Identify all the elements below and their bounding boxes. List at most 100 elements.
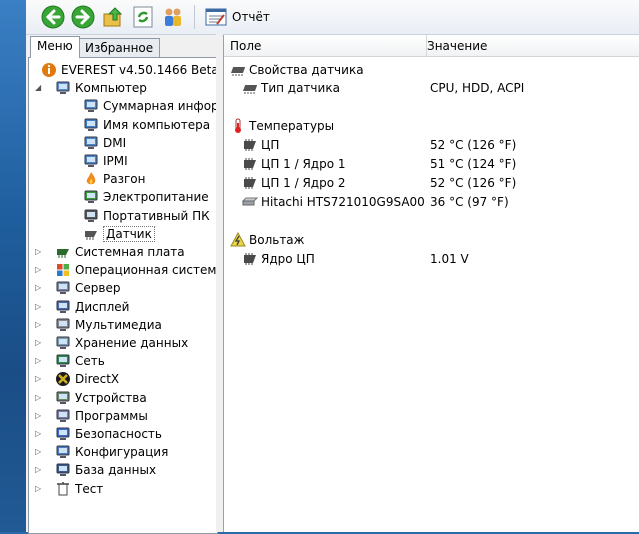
report-label: Отчёт — [232, 10, 270, 24]
report-icon — [205, 8, 227, 26]
tree-item-label: EVEREST v4.50.1466 Beta — [61, 63, 218, 77]
tree-item-label: Суммарная информа — [103, 99, 218, 114]
list-header: Поле Значение — [224, 35, 639, 57]
tab-menu[interactable]: Меню — [30, 36, 80, 58]
tree-item[interactable]: EVEREST v4.50.1466 Beta — [41, 61, 218, 79]
toolbar-separator — [194, 5, 195, 29]
devices-icon — [55, 390, 71, 406]
tree-item[interactable]: Разгон — [83, 170, 145, 188]
laptop-icon — [83, 208, 99, 224]
power-icon — [83, 189, 99, 205]
tree-item-label: Системная плата — [75, 245, 185, 259]
tree-item[interactable]: Программы — [55, 407, 148, 425]
tree-expand-toggle[interactable]: ▷ — [35, 320, 43, 329]
tree-item[interactable]: Хранение данных — [55, 334, 188, 352]
sensor-icon — [83, 226, 99, 242]
back-icon — [41, 5, 65, 29]
section-label: Вольтаж — [249, 233, 305, 247]
tree-item[interactable]: Имя компьютера — [83, 116, 210, 134]
refresh-icon — [133, 6, 153, 28]
tree-expand-toggle[interactable]: ▷ — [35, 339, 43, 347]
list-row[interactable]: ЦП 1 / Ядро 1 51 °C (124 °F) — [224, 155, 639, 173]
column-header-field[interactable]: Поле — [224, 35, 427, 56]
field-value: 36 °C (97 °F) — [430, 195, 509, 209]
list-row[interactable]: ЦП 52 °C (126 °F) — [224, 136, 639, 154]
tree-expand-toggle[interactable]: ▷ — [35, 357, 43, 365]
pane-splitter[interactable] — [216, 34, 223, 532]
tree-item[interactable]: Тест — [55, 480, 103, 498]
tab-strip: Меню Избранное — [30, 36, 216, 58]
tree-item-label: Тест — [75, 481, 104, 496]
tree-expand-toggle[interactable]: ▷ — [35, 248, 43, 256]
tree-expand-toggle[interactable]: ▷ — [35, 411, 43, 420]
tree-item[interactable]: Датчик — [83, 225, 155, 243]
tree-expand-toggle[interactable]: ▷ — [35, 466, 43, 474]
tree-item[interactable]: DirectX — [55, 370, 119, 388]
tree-item-label: Сервер — [75, 281, 121, 296]
ipmi-icon — [83, 153, 99, 169]
tree-item[interactable]: Безопасность — [55, 425, 162, 443]
tree-item[interactable]: Суммарная информа — [83, 97, 218, 115]
programs-icon — [55, 408, 71, 424]
tree-item[interactable]: Портативный ПК — [83, 207, 210, 225]
back-button[interactable] — [40, 4, 66, 30]
tree-item-label: IPMI — [103, 154, 128, 168]
tree-item[interactable]: Сервер — [55, 279, 120, 297]
tree-item-label: Датчик — [103, 225, 155, 242]
tree-item[interactable]: Компьютер — [55, 79, 147, 97]
section-sensor-properties[interactable]: Свойства датчика — [224, 61, 639, 79]
forward-icon — [71, 5, 95, 29]
report-button[interactable]: Отчёт — [201, 4, 274, 30]
tab-favorites[interactable]: Избранное — [78, 38, 161, 57]
tree-item[interactable]: Сеть — [55, 352, 105, 370]
tree-expand-toggle[interactable]: ▷ — [35, 448, 43, 456]
tree-collapse-toggle[interactable]: ◢ — [35, 84, 43, 92]
section-label: Температуры — [249, 119, 335, 133]
config-icon — [55, 444, 71, 460]
tree-expand-toggle[interactable]: ▷ — [35, 266, 43, 274]
cpu-chip-icon — [242, 156, 258, 172]
section-voltage[interactable]: Вольтаж — [224, 231, 639, 249]
list-row[interactable]: Hitachi HTS721010G9SA00 36 °C (97 °F) — [224, 193, 639, 211]
tree-item[interactable]: База данных — [55, 461, 156, 479]
server-icon — [55, 280, 71, 296]
tree-item[interactable]: IPMI — [83, 152, 128, 170]
tree-item[interactable]: Электропитание — [83, 188, 209, 206]
forward-button[interactable] — [70, 4, 96, 30]
tree-expand-toggle[interactable]: ▷ — [35, 375, 43, 383]
thermometer-icon — [230, 118, 246, 134]
tree-item[interactable]: Мультимедиа — [55, 316, 162, 334]
users-button[interactable] — [160, 4, 186, 30]
tree-item[interactable]: Дисплей — [55, 298, 129, 316]
field-name: ЦП — [261, 138, 280, 152]
column-header-value[interactable]: Значение — [421, 35, 637, 56]
refresh-button[interactable] — [130, 4, 156, 30]
tree-item[interactable]: Системная плата — [55, 243, 185, 261]
field-name: Hitachi HTS721010G9SA00 — [261, 195, 425, 209]
section-temperatures[interactable]: Температуры — [224, 117, 639, 135]
tree-item-label: Сеть — [75, 354, 105, 369]
tree-item[interactable]: DMI — [83, 134, 126, 152]
tree-item-label: Разгон — [103, 172, 146, 187]
database-icon — [55, 462, 71, 478]
flame-icon — [83, 171, 99, 187]
tree-item[interactable]: Конфигурация — [55, 443, 168, 461]
up-icon — [103, 7, 123, 27]
tree-expand-toggle[interactable]: ▷ — [35, 484, 43, 493]
tree-item-label: Операционная система — [75, 263, 218, 278]
field-value: 1.01 V — [430, 252, 469, 266]
tree-expand-toggle[interactable]: ▷ — [35, 284, 43, 292]
tree-item[interactable]: Операционная система — [55, 261, 218, 279]
list-row[interactable]: Ядро ЦП 1.01 V — [224, 250, 639, 268]
list-row[interactable]: Тип датчика CPU, HDD, ACPI — [224, 79, 639, 97]
cpu-chip-icon — [242, 251, 258, 267]
network-icon — [55, 353, 71, 369]
tree-item[interactable]: Устройства — [55, 389, 147, 407]
list-row[interactable]: ЦП 1 / Ядро 2 52 °C (126 °F) — [224, 174, 639, 192]
tree-expand-toggle[interactable]: ▷ — [35, 302, 43, 311]
tree-expand-toggle[interactable]: ▷ — [35, 430, 43, 438]
up-button[interactable] — [100, 4, 126, 30]
dmi-icon — [83, 135, 99, 151]
field-value: 52 °C (126 °F) — [430, 138, 517, 152]
tree-expand-toggle[interactable]: ▷ — [35, 393, 43, 402]
